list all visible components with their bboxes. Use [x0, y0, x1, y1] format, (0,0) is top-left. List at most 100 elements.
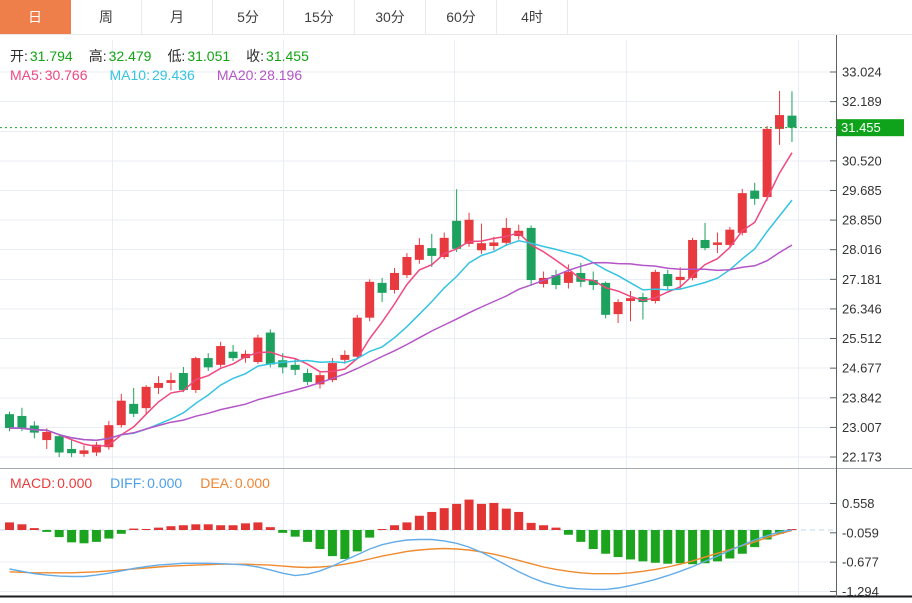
candle	[700, 222, 710, 251]
candle	[228, 344, 238, 361]
ma20-line	[9, 244, 793, 441]
indicator-label: MA10:	[109, 67, 150, 83]
ohlc-row-item: 低: 31.051	[167, 46, 230, 66]
macd-bar	[141, 529, 151, 530]
macd-bar	[42, 530, 52, 532]
candle	[638, 292, 648, 320]
macd-bar	[29, 528, 39, 530]
macd-bar	[365, 530, 375, 538]
y-axis-label: 30.520	[842, 153, 882, 168]
macd-bar	[352, 530, 362, 552]
macd-bar	[278, 530, 288, 533]
macd-bar	[191, 524, 201, 530]
macd-row-item: MACD: 0.000	[10, 475, 92, 491]
tab-day[interactable]: 日	[0, 0, 71, 34]
indicator-value: 31.794	[29, 48, 73, 64]
macd-bar	[688, 530, 698, 565]
candle	[141, 385, 151, 414]
gridlines	[0, 40, 836, 596]
tab-month[interactable]: 月	[142, 0, 213, 34]
macd-axis-labels: 0.558 -0.059 -0.677 -1.294	[830, 496, 879, 599]
tab-4hour[interactable]: 4时	[497, 0, 568, 34]
ma-row-item: MA10: 29.436	[110, 67, 195, 83]
candle	[67, 439, 77, 458]
indicator-value: 0.000	[234, 475, 270, 491]
macd-bar	[54, 530, 64, 538]
macd-bar	[501, 508, 511, 530]
macd-bar	[104, 530, 114, 539]
macd-bar	[563, 530, 573, 535]
macd-bar	[116, 530, 126, 534]
indicator-label: 开:	[10, 48, 28, 64]
candle	[775, 90, 785, 145]
macd-bar	[526, 522, 536, 530]
ohlc-info-row: 开: 31.794 高: 32.479 低: 31.051 收: 31.455	[10, 46, 309, 66]
candle	[675, 267, 685, 290]
candle	[563, 264, 573, 289]
indicator-label: 高:	[88, 48, 107, 64]
macd-bar	[17, 524, 27, 530]
macd-bar	[91, 530, 101, 542]
candle	[166, 372, 176, 391]
diff-line	[9, 529, 793, 591]
macd-bar	[303, 530, 313, 542]
macd-bar	[601, 530, 611, 554]
tab-30min[interactable]: 30分	[355, 0, 426, 34]
candle	[54, 434, 64, 458]
macd-bar	[178, 525, 188, 530]
indicator-value: 31.455	[266, 48, 309, 64]
macd-bar	[725, 530, 735, 559]
indicator-label: MA20:	[216, 67, 258, 83]
y-axis-label: 28.850	[842, 213, 882, 228]
macd-bar	[228, 525, 238, 530]
indicator-value: 0.000	[57, 475, 93, 491]
ma-row-item: MA5: 30.766	[10, 67, 88, 83]
indicator-label: DIFF:	[110, 475, 146, 491]
macd-bar	[551, 527, 561, 530]
candle	[526, 225, 536, 286]
macd-bar	[663, 530, 673, 564]
indicator-label: MA5:	[10, 67, 43, 83]
candle	[191, 356, 201, 393]
indicator-value: 29.436	[151, 67, 195, 83]
candle	[253, 334, 263, 364]
candle	[787, 91, 797, 143]
ohlc-row-item: 收: 31.455	[246, 46, 309, 66]
ma5-line	[9, 152, 793, 448]
macd-axis-label: -0.059	[842, 525, 879, 540]
candle	[377, 277, 387, 303]
macd-bar	[216, 525, 226, 530]
macd-axis-label: -1.294	[842, 584, 879, 599]
macd-bar	[340, 530, 350, 559]
macd-bar	[439, 508, 449, 530]
macd-bar	[67, 530, 77, 543]
macd-bar	[464, 499, 474, 530]
indicator-label: 收:	[246, 48, 265, 64]
ma10-line	[9, 199, 793, 441]
macd-bar	[489, 502, 499, 530]
macd-bar	[390, 525, 400, 530]
candle	[452, 189, 462, 253]
macd-info-row: MACD: 0.000 DIFF: 0.000 DEA: 0.000	[10, 475, 270, 491]
macd-bar	[414, 515, 424, 530]
indicator-value: 31.051	[187, 48, 231, 64]
chart-canvas[interactable]: 33.024 32.189 30.520 29.685 28.850 28.016 27.1…	[0, 0, 912, 603]
y-axis-label: 25.512	[842, 331, 882, 346]
macd-row-item: DEA: 0.000	[200, 475, 270, 491]
tab-60min[interactable]: 60分	[426, 0, 497, 34]
macd-bar	[154, 527, 164, 530]
candle	[750, 182, 760, 205]
candle	[390, 267, 400, 294]
y-axis-label: 33.024	[842, 65, 882, 80]
y-axis-label: 22.173	[842, 449, 882, 464]
macd-bar	[650, 530, 660, 563]
tab-15min[interactable]: 15分	[284, 0, 355, 34]
tab-5min[interactable]: 5分	[213, 0, 284, 34]
y-axis-label: 29.685	[842, 183, 882, 198]
candle	[551, 269, 561, 290]
tab-week[interactable]: 周	[71, 0, 142, 34]
candle	[476, 223, 486, 254]
candle	[303, 368, 313, 386]
candle	[402, 253, 412, 278]
timeframe-toolbar: 日周月 5分 15分 30分 60分 4时	[0, 0, 912, 35]
